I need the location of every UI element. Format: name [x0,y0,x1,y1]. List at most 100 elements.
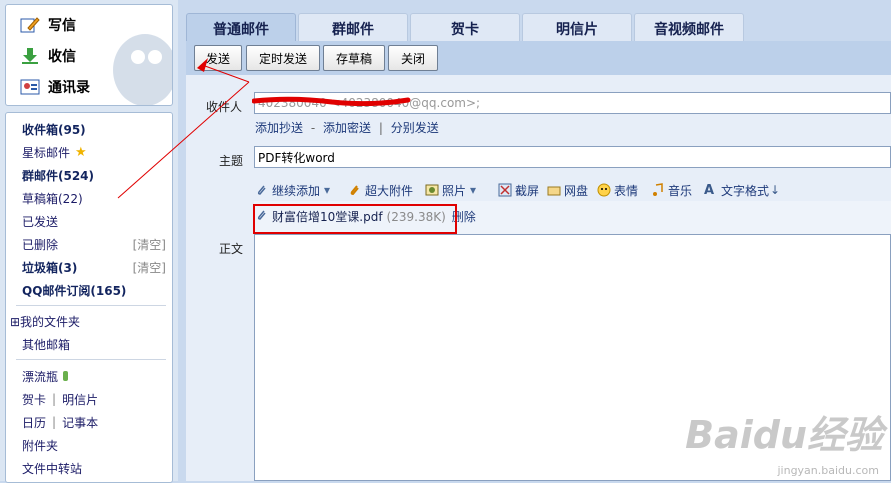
tab-label: 群邮件 [332,21,374,38]
link-divider: | [52,415,57,429]
tab-av-mail[interactable]: 音视频邮件 [634,13,744,43]
subject-field[interactable]: PDF转化word [254,146,891,168]
contacts-link[interactable]: 通讯录 [20,75,90,99]
separate-send-link[interactable]: 分别发送 [391,121,439,135]
other-mailboxes-label: 其他邮箱 [22,337,71,352]
photo-label: 照片 [442,183,467,198]
write-mail-link[interactable]: 写信 [20,13,76,37]
music-label: 音乐 [668,183,693,198]
dropdown-arrow-icon[interactable]: ▾ [470,183,476,197]
large-attachment-icon [348,183,362,197]
attachment-highlight-box [253,204,457,234]
add-bcc-link[interactable]: 添加密送 [323,121,371,135]
netdisk-label: 网盘 [564,183,589,198]
paperclip-icon [255,183,269,197]
add-cc-link[interactable]: 添加抄送 [255,121,303,135]
sidebar: 写信 收信 通讯录 收件箱(95) 星标邮件 ★ 群邮件(524) 草稿箱(22)… [0,0,178,483]
music-button[interactable]: 音乐 [651,180,692,200]
folder-sent-label: 已发送 [22,214,59,229]
attachments-folder[interactable]: 附件夹 [22,435,166,455]
baidu-watermark: Baidu经验 [685,413,883,457]
folder-inbox[interactable]: 收件箱(95) [22,119,166,139]
timed-send-button[interactable]: 定时发送 [246,45,320,71]
baidu-watermark-url: jingyan.baidu.com [777,464,879,477]
body-label: 正文 [219,242,244,256]
text-format-label: 文字格式 [721,183,770,198]
receive-mail-link[interactable]: 收信 [20,44,76,68]
clear-deleted-link[interactable]: [清空] [133,236,166,253]
screenshot-button[interactable]: 截屏 [498,180,539,200]
other-mailboxes[interactable]: 其他邮箱 [22,334,166,354]
my-folders-label: ⊞我的文件夹 [10,314,81,329]
folder-group-label: 群邮件(524) [22,168,95,183]
tab-group-mail[interactable]: 群邮件 [298,13,408,43]
download-icon [20,47,40,65]
divider [16,305,166,306]
folder-spam[interactable]: 垃圾箱(3) [清空] [22,257,166,277]
large-attachment-label: 超大附件 [365,183,414,198]
close-button[interactable]: 关闭 [388,45,438,71]
send-button[interactable]: 发送 [194,45,242,71]
folder-sent[interactable]: 已发送 [22,211,166,231]
drift-bottle-label: 漂流瓶 [22,369,59,384]
photo-button[interactable]: 照片 ▾ [425,180,476,200]
folder-starred[interactable]: 星标邮件 ★ [22,142,166,162]
calendar-row: 日历 | 记事本 [22,412,166,432]
save-draft-button[interactable]: 存草稿 [323,45,385,71]
calendar-link[interactable]: 日历 [22,414,46,431]
folder-spam-label: 垃圾箱(3) [22,260,78,275]
drift-bottle[interactable]: 漂流瓶 [22,366,166,386]
tab-postcard[interactable]: 明信片 [522,13,632,43]
folder-qq-subscription[interactable]: QQ邮件订阅(165) [22,280,166,300]
contacts-card-icon [20,78,40,96]
write-mail-label: 写信 [48,18,76,34]
qq-penguin-watermark-icon [113,34,172,105]
emoji-button[interactable]: 表情 [597,180,638,200]
emoji-label: 表情 [614,183,639,198]
cards-row: 贺卡 | 明信片 [22,389,166,409]
folder-deleted-label: 已删除 [22,237,59,252]
photo-icon [425,183,439,197]
folder-deleted[interactable]: 已删除 [清空] [22,234,166,254]
quick-actions-panel: 写信 收信 通讯录 [5,4,173,106]
folder-drafts-label: 草稿箱(22) [22,191,83,206]
link-separator: - [310,121,316,135]
netdisk-button[interactable]: 网盘 [547,180,588,200]
tab-greeting-card[interactable]: 贺卡 [410,13,520,43]
text-format-button[interactable]: A 文字格式 ↓ [704,180,780,200]
arrow-down-icon: ↓ [770,183,781,197]
folder-qq-subscription-label: QQ邮件订阅(165) [22,283,127,298]
compose-panel: 普通邮件 群邮件 贺卡 明信片 音视频邮件 发送 定时发送 存草稿 关闭 收件人… [186,0,891,481]
screenshot-label: 截屏 [515,183,540,198]
folder-drafts[interactable]: 草稿箱(22) [22,188,166,208]
netdisk-icon [547,183,561,197]
folder-list: 收件箱(95) 星标邮件 ★ 群邮件(524) 草稿箱(22) 已发送 已删除 [清… [5,112,173,483]
text-format-icon: A [704,183,715,198]
star-icon: ★ [75,144,87,160]
my-folders[interactable]: ⊞我的文件夹 [10,311,166,331]
clear-spam-link[interactable]: [清空] [133,259,166,276]
link-divider: | [52,392,57,406]
postcard-link[interactable]: 明信片 [62,391,98,408]
receive-mail-label: 收信 [48,49,76,65]
pen-icon [20,16,40,34]
card-link[interactable]: 贺卡 [22,391,46,408]
link-separator: | [378,121,383,135]
tab-normal-mail[interactable]: 普通邮件 [186,13,296,43]
recipient-label: 收件人 [206,100,243,114]
divider [16,359,166,360]
folder-group[interactable]: 群邮件(524) [22,165,166,185]
redacted-scribble-icon [252,96,411,106]
subject-value: PDF转化word [258,150,335,165]
notes-link[interactable]: 记事本 [62,414,98,431]
tab-label: 音视频邮件 [654,21,724,38]
large-attachment-button[interactable]: 超大附件 [348,180,413,200]
dropdown-arrow-icon[interactable]: ▾ [324,183,330,197]
scissors-icon [498,183,512,197]
folder-starred-label: 星标邮件 [22,145,71,160]
bottle-icon [63,371,69,381]
continue-add-attachment-button[interactable]: 继续添加 ▾ [255,180,330,200]
tab-label: 普通邮件 [213,21,269,38]
subject-label: 主题 [219,154,244,168]
file-transfer[interactable]: 文件中转站 [22,458,166,478]
